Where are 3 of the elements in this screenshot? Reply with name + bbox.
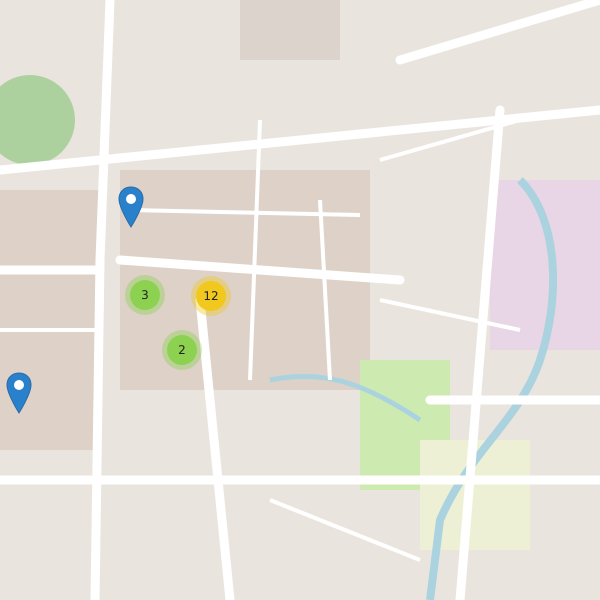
map-placeholder[interactable]: 3 12 2 — [0, 0, 600, 600]
map-pin-icon[interactable] — [118, 186, 144, 228]
map-pin-icon[interactable] — [6, 372, 32, 414]
